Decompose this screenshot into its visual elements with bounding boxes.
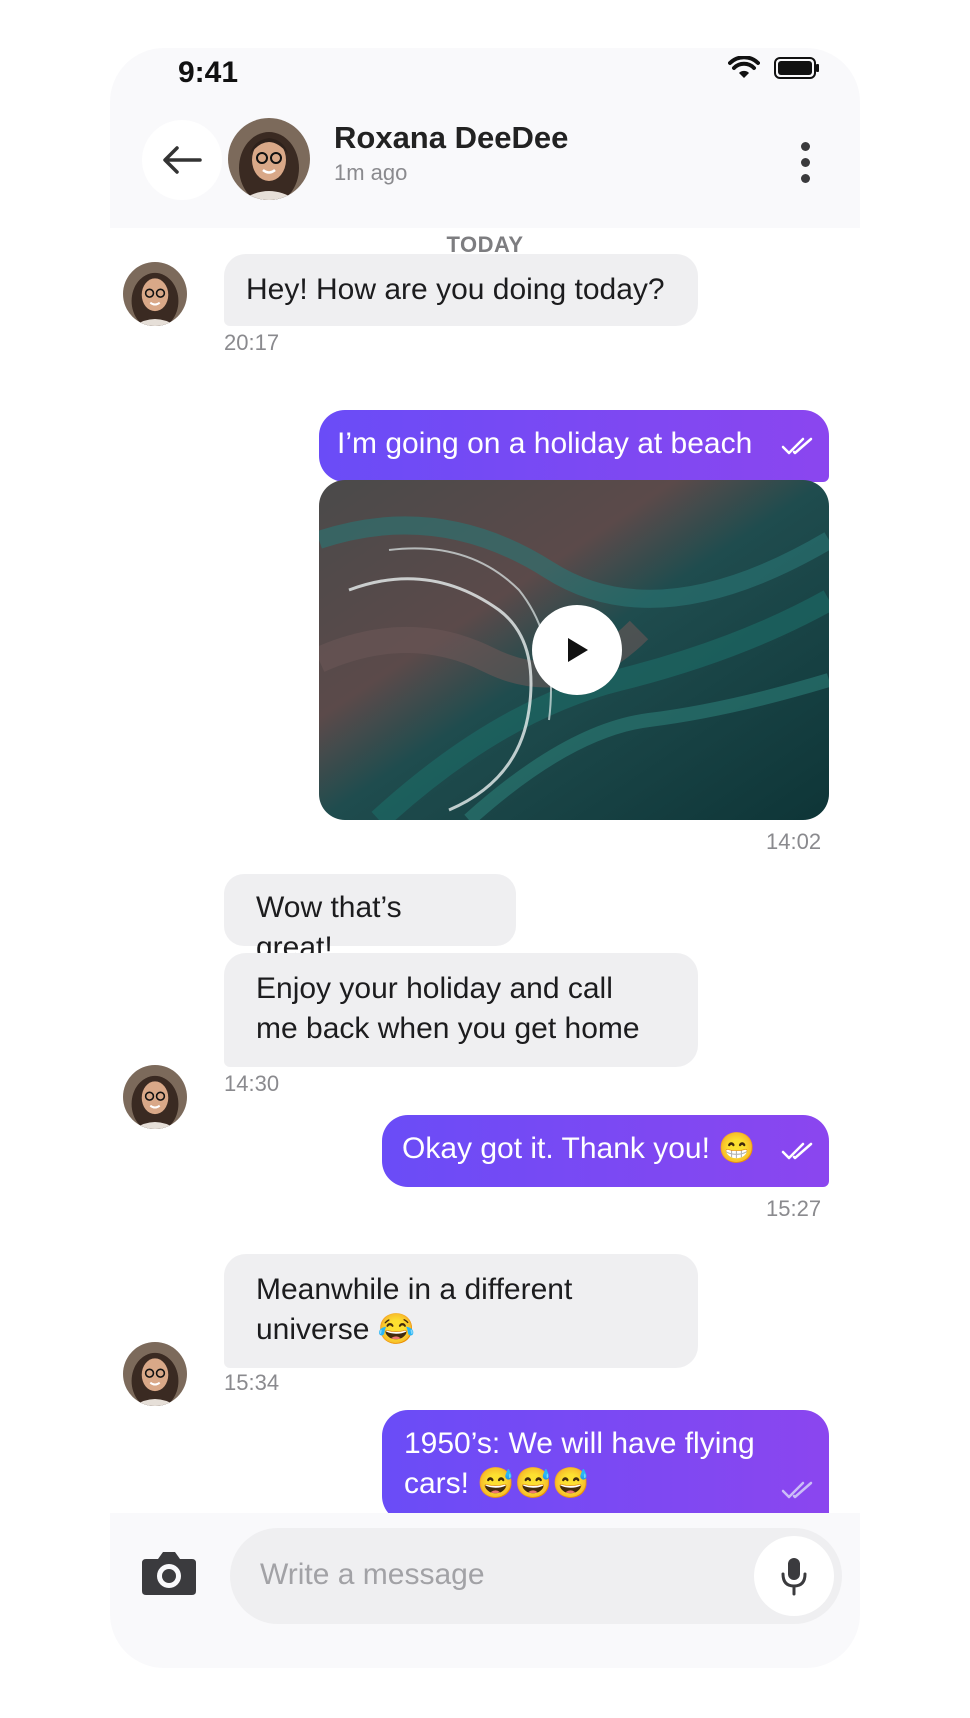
- message-text-line: me back when you get home: [256, 1012, 640, 1045]
- battery-icon: [774, 57, 819, 79]
- message-text: I’m going on a holiday at beach: [337, 427, 753, 460]
- message-composer: Write a message: [110, 1513, 860, 1668]
- message-time: 14:30: [224, 1071, 280, 1096]
- message-text-line: Enjoy your holiday and call: [256, 972, 613, 1005]
- message-time: 14:02: [766, 829, 822, 854]
- more-options-button[interactable]: [800, 142, 810, 183]
- message-time: 20:17: [224, 330, 280, 355]
- message-input-placeholder: Write a message: [260, 1558, 485, 1591]
- message-text-line: cars!: [404, 1467, 470, 1500]
- message-bubble-outgoing[interactable]: Okay got it. Thank you! 😁: [382, 1115, 829, 1187]
- message-text: Hey! How are you doing today?: [246, 273, 665, 306]
- double-check-icon: [781, 437, 813, 455]
- status-icons: [728, 56, 820, 80]
- contact-avatar[interactable]: [228, 118, 310, 200]
- message-bubble-incoming[interactable]: Hey! How are you doing today?: [224, 254, 698, 326]
- status-time: 9:41: [178, 56, 239, 89]
- camera-icon: [142, 1552, 196, 1595]
- message-text: Okay got it. Thank you!: [402, 1132, 710, 1165]
- message-bubble-outgoing[interactable]: I’m going on a holiday at beach: [319, 410, 829, 482]
- message-text-line: Meanwhile in a different: [256, 1273, 573, 1306]
- voice-record-button[interactable]: [754, 1536, 834, 1616]
- message-bubble-incoming[interactable]: Enjoy your holiday and call me back when…: [224, 953, 698, 1067]
- wifi-icon: [728, 56, 760, 78]
- more-vertical-icon: [800, 142, 810, 151]
- message-input[interactable]: Write a message: [230, 1528, 842, 1624]
- video-attachment[interactable]: [319, 480, 829, 820]
- double-check-icon: [781, 1481, 813, 1499]
- sender-avatar[interactable]: [123, 1065, 187, 1129]
- contact-last-seen: 1m ago: [334, 160, 408, 185]
- message-text-line: universe: [256, 1313, 370, 1346]
- message-bubble-incoming[interactable]: Wow that’s great!: [224, 874, 516, 964]
- play-icon: [568, 638, 588, 662]
- message-bubble-outgoing[interactable]: 1950’s: We will have flying cars! 😅😅😅: [382, 1410, 829, 1522]
- back-arrow-icon: [163, 146, 202, 174]
- emoji: 😁: [718, 1132, 756, 1165]
- message-text-line: 1950’s: We will have flying: [404, 1427, 755, 1460]
- message-time: 15:27: [766, 1196, 822, 1221]
- double-check-icon: [781, 1142, 813, 1160]
- message-time: 15:34: [224, 1370, 280, 1395]
- microphone-icon: [781, 1558, 807, 1596]
- message-bubble-incoming[interactable]: Meanwhile in a different universe 😂: [224, 1254, 698, 1368]
- emoji: 😂: [377, 1313, 416, 1346]
- sender-avatar[interactable]: [123, 1342, 187, 1406]
- back-button[interactable]: [142, 120, 222, 200]
- emoji: 😅😅😅: [477, 1467, 590, 1500]
- camera-button[interactable]: [140, 1549, 198, 1602]
- sender-avatar[interactable]: [123, 262, 187, 326]
- chat-header: 9:41 Roxana DeeDee 1m ago: [110, 48, 860, 228]
- chat-screen: 9:41 Roxana DeeDee 1m ago TODAY Hey! How…: [110, 48, 860, 1668]
- contact-name: Roxana DeeDee: [334, 120, 569, 155]
- play-button[interactable]: [532, 605, 622, 695]
